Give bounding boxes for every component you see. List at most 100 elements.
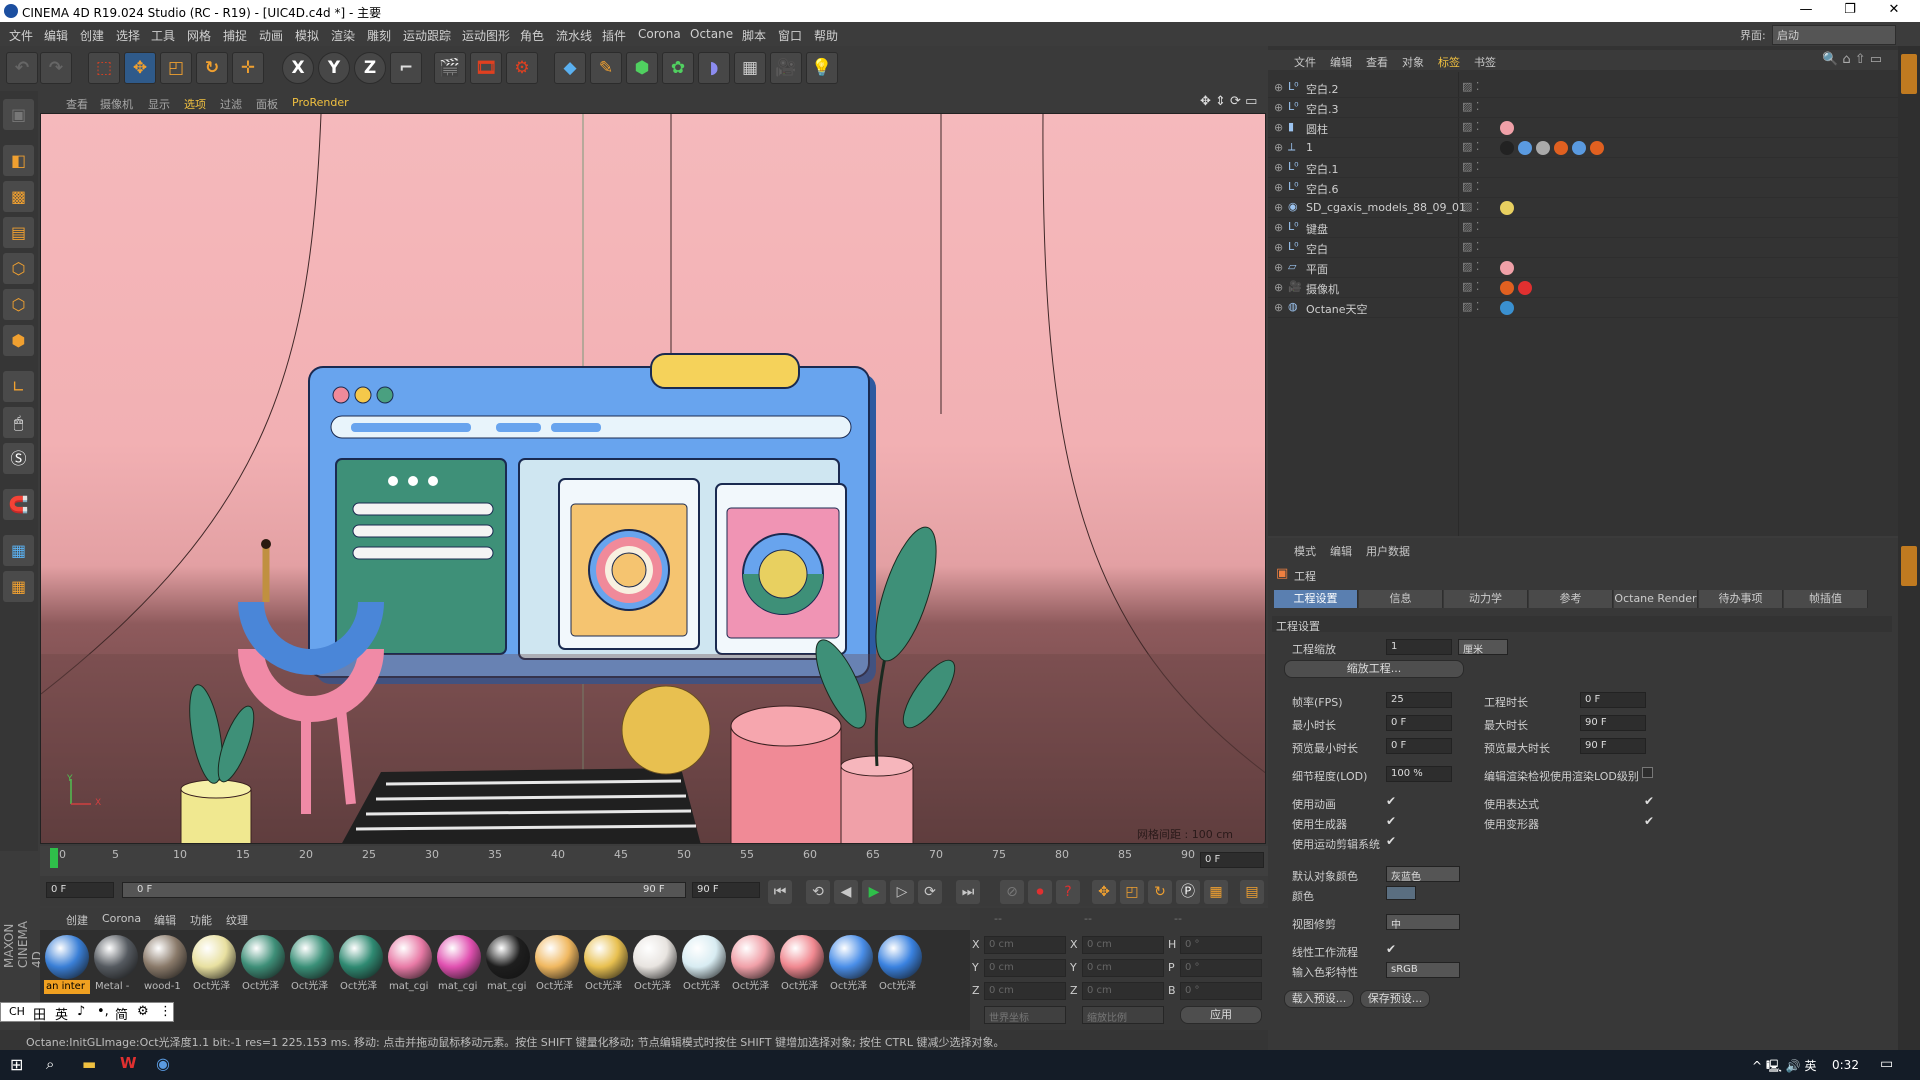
size-x-field[interactable]: 0 cm	[1082, 936, 1164, 954]
size-z-field[interactable]: 0 cm	[1082, 982, 1164, 1000]
y-axis-lock-icon[interactable]: Y	[318, 52, 350, 84]
viewport-menu-filter[interactable]: 过滤	[220, 96, 242, 112]
timeline-playhead[interactable]	[50, 848, 58, 868]
material-tag-icon[interactable]	[1500, 141, 1514, 155]
material-tag-icon[interactable]	[1518, 141, 1532, 155]
menu-octane[interactable]: Octane	[690, 27, 733, 41]
timeline-ruler[interactable]: 0 5 10 15 20 25 30 35 40 45 50 55 60 65 …	[40, 846, 1268, 876]
object-name[interactable]: Octane天空	[1306, 301, 1368, 317]
coordinate-system-icon[interactable]: ⌐	[390, 52, 422, 84]
expand-icon[interactable]: ⊕	[1274, 241, 1283, 254]
position-z-field[interactable]: 0 cm	[984, 982, 1066, 1000]
object-name[interactable]: 空白.6	[1306, 181, 1339, 197]
keyframe-selection-icon[interactable]: ?	[1056, 880, 1080, 904]
edges-mode-icon[interactable]: ⬡	[3, 289, 34, 320]
size-y-field[interactable]: 0 cm	[1082, 959, 1164, 977]
unit-select[interactable]: 厘米	[1458, 639, 1508, 656]
make-editable-icon[interactable]: ▣	[3, 99, 34, 130]
color-swatch[interactable]	[1386, 886, 1416, 900]
menu-motion-tracking[interactable]: 运动跟踪	[403, 27, 451, 44]
object-name[interactable]: 摄像机	[1306, 281, 1339, 297]
load-preset-button[interactable]: 载入预设...	[1284, 990, 1354, 1008]
attr-menu-userdata[interactable]: 用户数据	[1366, 543, 1410, 559]
material-tag-icon[interactable]	[1500, 121, 1514, 135]
viewport-menu-options[interactable]: 选项	[184, 96, 206, 112]
expand-icon[interactable]: ⊕	[1274, 201, 1283, 214]
material-menu-create[interactable]: 创建	[66, 912, 88, 928]
object-name[interactable]: 平面	[1306, 261, 1328, 277]
cinema4d-taskbar-icon[interactable]: ◉	[156, 1054, 170, 1073]
select-tool-icon[interactable]: ⬚	[88, 52, 120, 84]
material-tile[interactable]: Oct光泽	[828, 934, 874, 1000]
material-tile[interactable]: Oct光泽	[730, 934, 776, 1000]
transform-tool-icon[interactable]: ✛	[232, 52, 264, 84]
preview-max-field[interactable]: 90 F	[1580, 738, 1646, 754]
menu-mograph[interactable]: 运动图形	[462, 27, 510, 44]
model-mode-icon[interactable]: ◧	[3, 145, 34, 176]
material-tag-icon[interactable]	[1500, 281, 1514, 295]
object-row[interactable]: ⊕ L⁰ 空白 ▨ ⁚	[1268, 238, 1898, 258]
expand-icon[interactable]: ⊕	[1274, 221, 1283, 234]
snap-icon[interactable]: 🧲	[3, 489, 34, 520]
material-tile[interactable]: Oct光泽	[779, 934, 825, 1000]
layout-select[interactable]: 启动	[1772, 25, 1896, 45]
object-name[interactable]: 1	[1306, 141, 1313, 154]
autokey-icon[interactable]: ⏺	[1028, 880, 1052, 904]
object-row[interactable]: ⊕ ▮ 圆柱 ▨ ⁚	[1268, 118, 1898, 138]
object-menu-objects[interactable]: 对象	[1402, 54, 1424, 70]
object-menu-bookmarks[interactable]: 书签	[1474, 54, 1496, 70]
deformer-icon[interactable]: ◗	[698, 52, 730, 84]
object-row[interactable]: ⊕ L⁰ 键盘 ▨ ⁚	[1268, 218, 1898, 238]
menu-window[interactable]: 窗口	[778, 27, 802, 44]
menu-snap[interactable]: 捕捉	[223, 27, 247, 44]
object-row[interactable]: ⊕ L⁰ 空白.2 ▨ ⁚	[1268, 78, 1898, 98]
menu-file[interactable]: 文件	[9, 27, 33, 44]
visibility-toggle-icon[interactable]: ▨ ⁚	[1462, 260, 1479, 273]
viewport-menu-display[interactable]: 显示	[148, 96, 170, 112]
close-button[interactable]: ✕	[1872, 2, 1916, 20]
undo-icon[interactable]: ↶	[6, 52, 38, 84]
previous-frame-icon[interactable]: ◀	[834, 880, 858, 904]
scale-mode-select[interactable]: 缩放比例	[1082, 1006, 1164, 1024]
material-tag-icon[interactable]	[1536, 141, 1550, 155]
windows-start-icon[interactable]: ⊞	[10, 1055, 23, 1074]
object-row[interactable]: ⊕ L⁰ 空白.3 ▨ ⁚	[1268, 98, 1898, 118]
view-clipping-select[interactable]: 中	[1386, 914, 1460, 931]
material-menu-corona[interactable]: Corona	[102, 912, 141, 925]
attr-menu-edit[interactable]: 编辑	[1330, 543, 1352, 559]
object-menu-file[interactable]: 文件	[1294, 54, 1316, 70]
material-menu-texture[interactable]: 纹理	[226, 912, 248, 928]
attribute-tab[interactable]	[1901, 546, 1917, 586]
ime-ch[interactable]: CH	[9, 1005, 25, 1018]
material-tile[interactable]: Oct光泽	[877, 934, 923, 1000]
texture-mode-icon[interactable]: ▩	[3, 181, 34, 212]
scale-project-button[interactable]: 缩放工程...	[1284, 660, 1464, 678]
position-y-field[interactable]: 0 cm	[984, 959, 1066, 977]
ime-settings-icon[interactable]: ⚙	[137, 1004, 149, 1019]
search-icon[interactable]: ⌕	[46, 1055, 54, 1073]
start-frame-field[interactable]: 0 F	[46, 882, 114, 898]
pen-spline-icon[interactable]: ✎	[590, 52, 622, 84]
menu-pipeline[interactable]: 流水线	[556, 27, 592, 44]
viewport-nav-icons[interactable]: ✥ ⇕ ⟳ ▭	[1200, 94, 1257, 109]
menu-corona[interactable]: Corona	[638, 27, 681, 41]
viewport-menu-camera[interactable]: 摄像机	[100, 96, 133, 112]
default-color-select[interactable]: 灰蓝色	[1386, 866, 1460, 883]
material-tile[interactable]: Oct光泽	[240, 934, 286, 1000]
visibility-toggle-icon[interactable]: ▨ ⁚	[1462, 220, 1479, 233]
save-preset-button[interactable]: 保存预设...	[1360, 990, 1430, 1008]
object-row[interactable]: ⊕ ▱ 平面 ▨ ⁚	[1268, 258, 1898, 278]
tab-frame-interpolation[interactable]: 帧插值	[1784, 590, 1868, 608]
rotation-b-field[interactable]: 0 °	[1180, 982, 1262, 1000]
next-frame-icon[interactable]: ▷	[890, 880, 914, 904]
object-name[interactable]: SD_cgaxis_models_88_09_01	[1306, 201, 1466, 214]
expand-icon[interactable]: ⊕	[1274, 81, 1283, 94]
redo-icon[interactable]: ↷	[40, 52, 72, 84]
material-tile[interactable]: Oct光泽	[289, 934, 335, 1000]
object-row[interactable]: ⊕ ⟂ 1 ▨ ⁚	[1268, 138, 1898, 158]
material-tile[interactable]: mat_cgi	[387, 934, 433, 1000]
expand-icon[interactable]: ⊕	[1274, 121, 1283, 134]
visibility-toggle-icon[interactable]: ▨ ⁚	[1462, 80, 1479, 93]
tab-todo[interactable]: 待办事项	[1699, 590, 1783, 608]
current-frame-field[interactable]: 0 F	[1200, 852, 1264, 868]
